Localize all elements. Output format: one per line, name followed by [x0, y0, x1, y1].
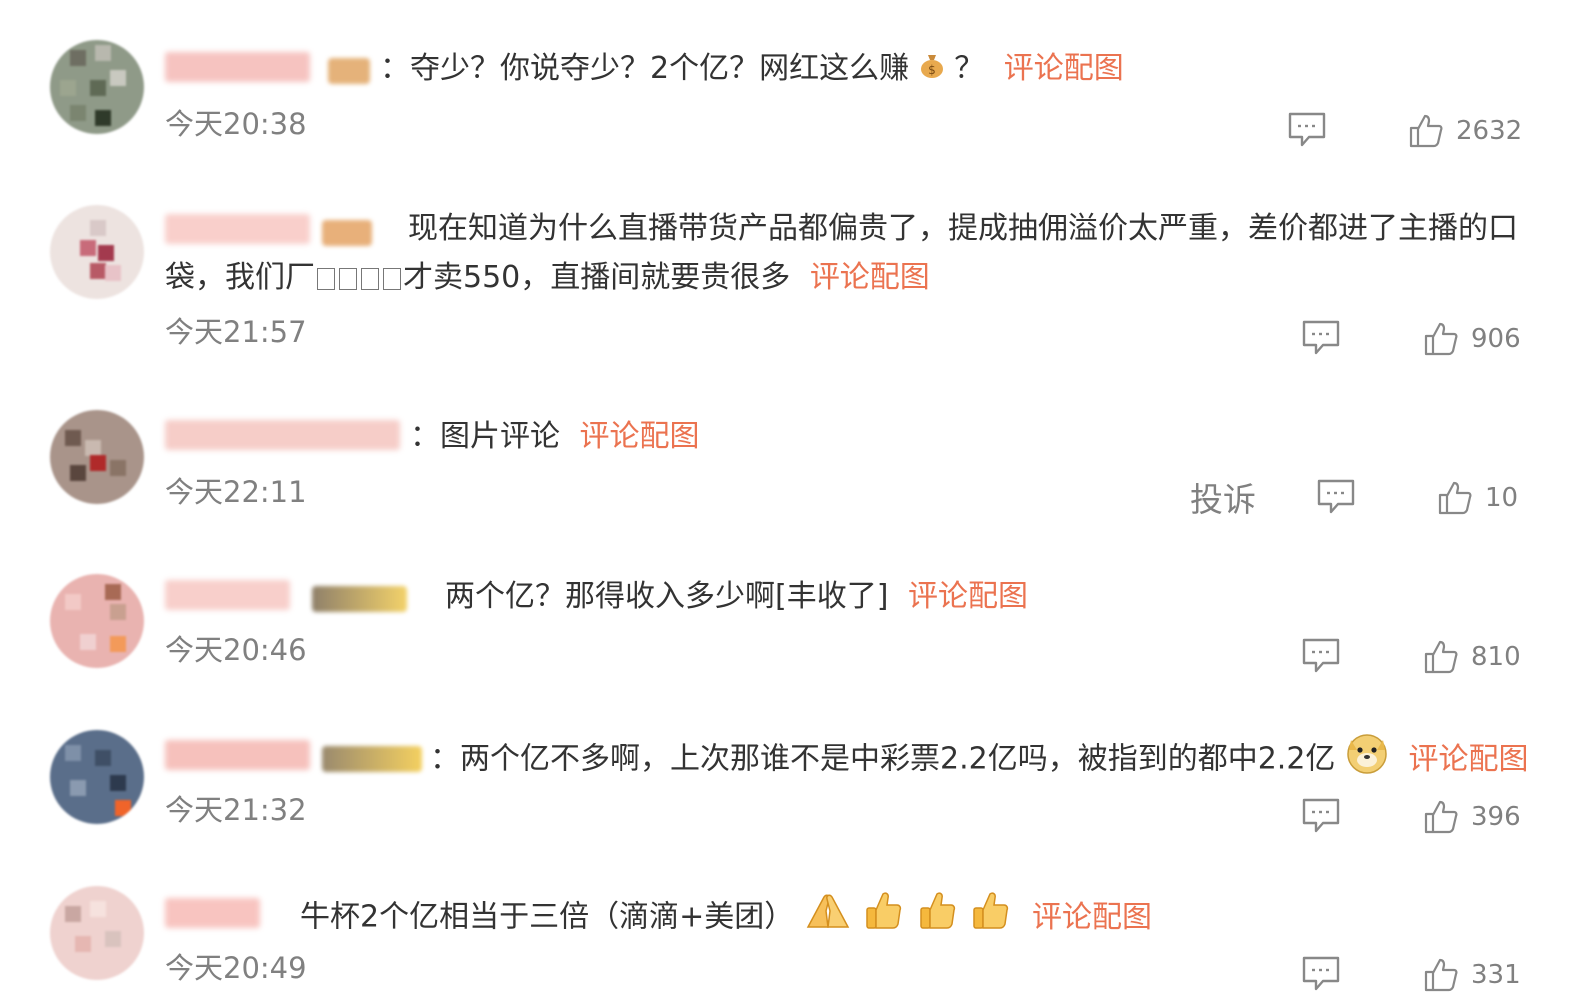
missing-glyph	[383, 267, 401, 290]
comment-text: 两个亿？那得收入多少啊[丰收了] 评论配图	[445, 579, 1028, 614]
user-badge	[322, 220, 372, 246]
timestamp: 今天21:57	[165, 315, 307, 349]
comment-image-link[interactable]: 评论配图	[1409, 742, 1529, 777]
like-button[interactable]: 331	[1423, 955, 1521, 995]
username[interactable]	[165, 898, 260, 928]
like-count: 396	[1471, 802, 1521, 832]
doge-icon	[1345, 730, 1389, 790]
avatar[interactable]	[50, 886, 144, 980]
like-count: 810	[1471, 642, 1521, 672]
reply-icon[interactable]	[1316, 477, 1356, 517]
username[interactable]	[165, 214, 310, 244]
comment-text: ：两个亿不多啊，上次那谁不是中彩票2.2亿吗，被指到的都中2.2亿 评论配图	[430, 730, 1529, 790]
comment-text: 牛杯2个亿相当于三倍（滴滴+美团） 评论配图	[300, 888, 1152, 948]
username[interactable]	[165, 740, 310, 770]
comment-image-link[interactable]: 评论配图	[1032, 900, 1152, 935]
like-count: 906	[1471, 324, 1521, 354]
reply-icon[interactable]	[1301, 796, 1341, 836]
timestamp: 今天20:38	[165, 107, 307, 141]
missing-glyph	[339, 267, 357, 290]
like-count: 2632	[1456, 116, 1523, 146]
comment-text-line-2: 袋，我们厂 才卖550，直播间就要贵很多 评论配图	[165, 260, 930, 295]
thumbs-up-icon	[1424, 958, 1458, 992]
comment-text-line-1: 现在知道为什么直播带货产品都偏贵了，提成抽佣溢价太严重，差价都进了主播的口	[408, 211, 1518, 246]
user-badge	[328, 58, 370, 84]
like-button[interactable]: 10	[1437, 478, 1518, 518]
missing-glyph	[361, 267, 379, 290]
avatar[interactable]	[50, 730, 144, 824]
like-count: 331	[1471, 960, 1521, 990]
username[interactable]	[165, 52, 310, 82]
avatar[interactable]	[50, 574, 144, 668]
thumbs-up-icon	[1424, 322, 1458, 356]
thumbs-up-emoji-icon	[861, 888, 905, 948]
comment-text: ：夺少？你说夺少？2个亿？网红这么赚 $ ？ 评论配图	[380, 44, 1124, 95]
user-badge	[322, 746, 422, 772]
reply-icon[interactable]	[1301, 318, 1341, 358]
like-button[interactable]: 2632	[1408, 111, 1522, 151]
user-badge	[312, 586, 407, 612]
comment-image-link[interactable]: 评论配图	[908, 579, 1028, 614]
money-bag-icon: $	[919, 45, 945, 95]
thumbs-up-icon	[1409, 114, 1443, 148]
timestamp: 今天22:11	[165, 475, 307, 509]
svg-text:$: $	[928, 63, 936, 77]
username[interactable]	[165, 580, 290, 610]
like-button[interactable]: 906	[1423, 319, 1521, 359]
avatar[interactable]	[50, 205, 144, 299]
like-button[interactable]: 810	[1423, 637, 1521, 677]
thumbs-up-icon	[1424, 800, 1458, 834]
thumbs-up-emoji-icon	[968, 888, 1012, 948]
avatar[interactable]	[50, 40, 144, 134]
timestamp: 今天20:46	[165, 633, 307, 667]
thumbs-up-icon	[1424, 640, 1458, 674]
thumbs-up-icon	[1438, 481, 1472, 515]
folded-hands-icon	[804, 889, 852, 947]
thumbs-up-emoji-icon	[915, 888, 959, 948]
timestamp: 今天21:32	[165, 793, 307, 827]
comment-list: ：夺少？你说夺少？2个亿？网红这么赚 $ ？ 评论配图 今天20:38 2632…	[0, 0, 1572, 1007]
report-button[interactable]: 投诉	[1190, 480, 1256, 520]
like-count: 10	[1485, 483, 1519, 513]
like-button[interactable]: 396	[1423, 797, 1521, 837]
reply-icon[interactable]	[1301, 954, 1341, 994]
reply-icon[interactable]	[1301, 636, 1341, 676]
reply-icon[interactable]	[1287, 110, 1327, 150]
comment-image-link[interactable]: 评论配图	[1004, 51, 1124, 86]
comment-image-link[interactable]: 评论配图	[580, 419, 700, 454]
avatar[interactable]	[50, 410, 144, 504]
comment-image-link[interactable]: 评论配图	[810, 260, 930, 295]
username[interactable]	[165, 420, 400, 450]
missing-glyph	[317, 267, 335, 290]
timestamp: 今天20:49	[165, 951, 307, 985]
comment-text: ：图片评论 评论配图	[410, 419, 700, 454]
